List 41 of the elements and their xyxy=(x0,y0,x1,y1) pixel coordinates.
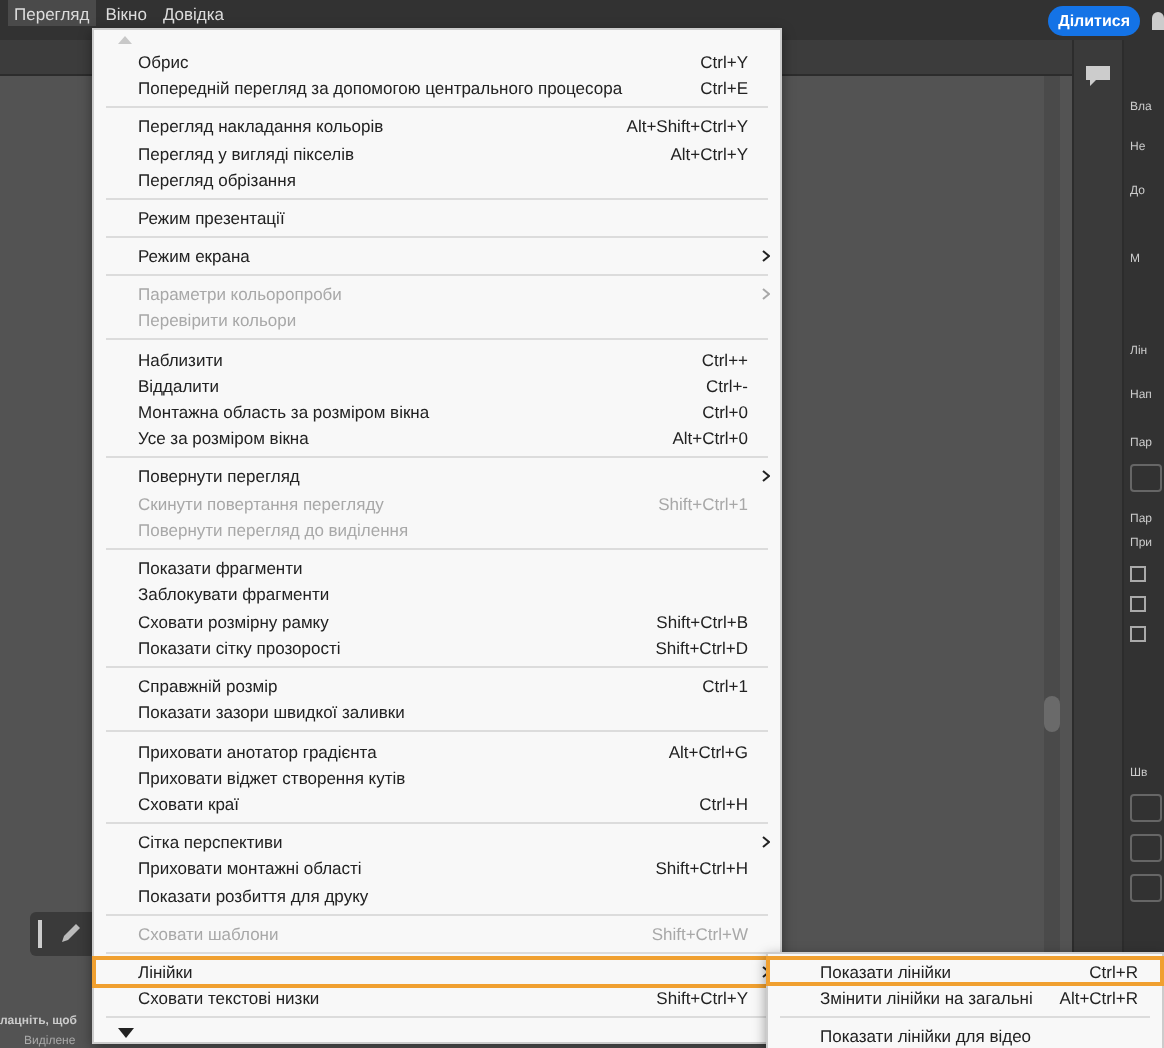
menu-item[interactable]: Приховати віджет створення кутів xyxy=(94,764,780,791)
menu-item[interactable]: Показати розбиття для друку xyxy=(94,882,780,909)
menu-item[interactable]: Сховати краї Ctrl+H xyxy=(94,790,780,818)
menu-item[interactable]: Сховати розмірну рамку Shift+Ctrl+B xyxy=(94,608,780,635)
panel-field[interactable] xyxy=(1130,794,1162,822)
menu-bar-item[interactable]: Довідка xyxy=(156,0,231,26)
menu-item[interactable]: Попередній перегляд за допомогою центрального процесора Ctrl+E xyxy=(94,75,780,102)
menu-item[interactable]: Заблокувати фрагменти xyxy=(94,581,780,609)
checkbox[interactable] xyxy=(1130,566,1146,582)
menu-bar-item[interactable]: Перегляд xyxy=(8,0,96,26)
menu-item[interactable]: Монтажна область за розміром вікна Ctrl+0 xyxy=(94,398,780,426)
menu-item[interactable]: Показати лінійки Ctrl+R xyxy=(768,958,1162,985)
menu-item[interactable]: Режим екрана xyxy=(94,242,780,270)
pencil-icon[interactable] xyxy=(58,922,82,946)
menu-item[interactable]: Змінити лінійки на загальні Alt+Ctrl+R xyxy=(768,984,1162,1012)
menu-item[interactable]: Усе за розміром вікна Alt+Ctrl+0 xyxy=(94,425,780,453)
panel-field[interactable] xyxy=(1130,874,1162,902)
menu-item[interactable]: Повернути перегляд xyxy=(94,463,780,491)
share-button[interactable]: Ділитися xyxy=(1048,5,1140,35)
menu-item[interactable]: Перегляд у вигляді пікселів Alt+Ctrl+Y xyxy=(94,139,780,167)
menu-item[interactable]: Сітка перспективи xyxy=(94,829,780,856)
menu-item[interactable]: Справжній розмір Ctrl+1 xyxy=(94,672,780,700)
menu-item[interactable]: Приховати монтажні області Shift+Ctrl+H xyxy=(94,855,780,883)
comment-icon[interactable] xyxy=(1084,64,1112,88)
scroll-down-icon[interactable] xyxy=(118,1027,134,1038)
menu-item[interactable]: Показати зазори швидкої заливки xyxy=(94,699,780,727)
panel-field[interactable] xyxy=(1130,464,1162,492)
menu-item[interactable]: Приховати анотатор градієнта Alt+Ctrl+G xyxy=(94,737,780,765)
menu-bar-item[interactable]: Вікно xyxy=(99,0,153,26)
menu-item[interactable]: Режим презентації xyxy=(94,204,780,232)
checkbox[interactable] xyxy=(1130,596,1146,612)
menu-item[interactable]: Показати лінійки для відео xyxy=(768,1022,1162,1048)
checkbox[interactable] xyxy=(1130,626,1146,642)
menu-item[interactable]: Показати сітку прозорості Shift+Ctrl+D xyxy=(94,634,780,662)
menu-item[interactable]: Наблизити Ctrl++ xyxy=(94,345,780,373)
menu-item[interactable]: Обрис Ctrl+Y xyxy=(94,48,780,76)
menu-item[interactable]: Перегляд накладання кольорів Alt+Shift+Ctrl+Y xyxy=(94,113,780,140)
menu-item[interactable]: Показати фрагменти xyxy=(94,555,780,582)
menu-item[interactable]: Перегляд обрізання xyxy=(94,166,780,194)
menu-item[interactable]: Віддалити Ctrl+- xyxy=(94,372,780,399)
panel-field[interactable] xyxy=(1130,834,1162,862)
